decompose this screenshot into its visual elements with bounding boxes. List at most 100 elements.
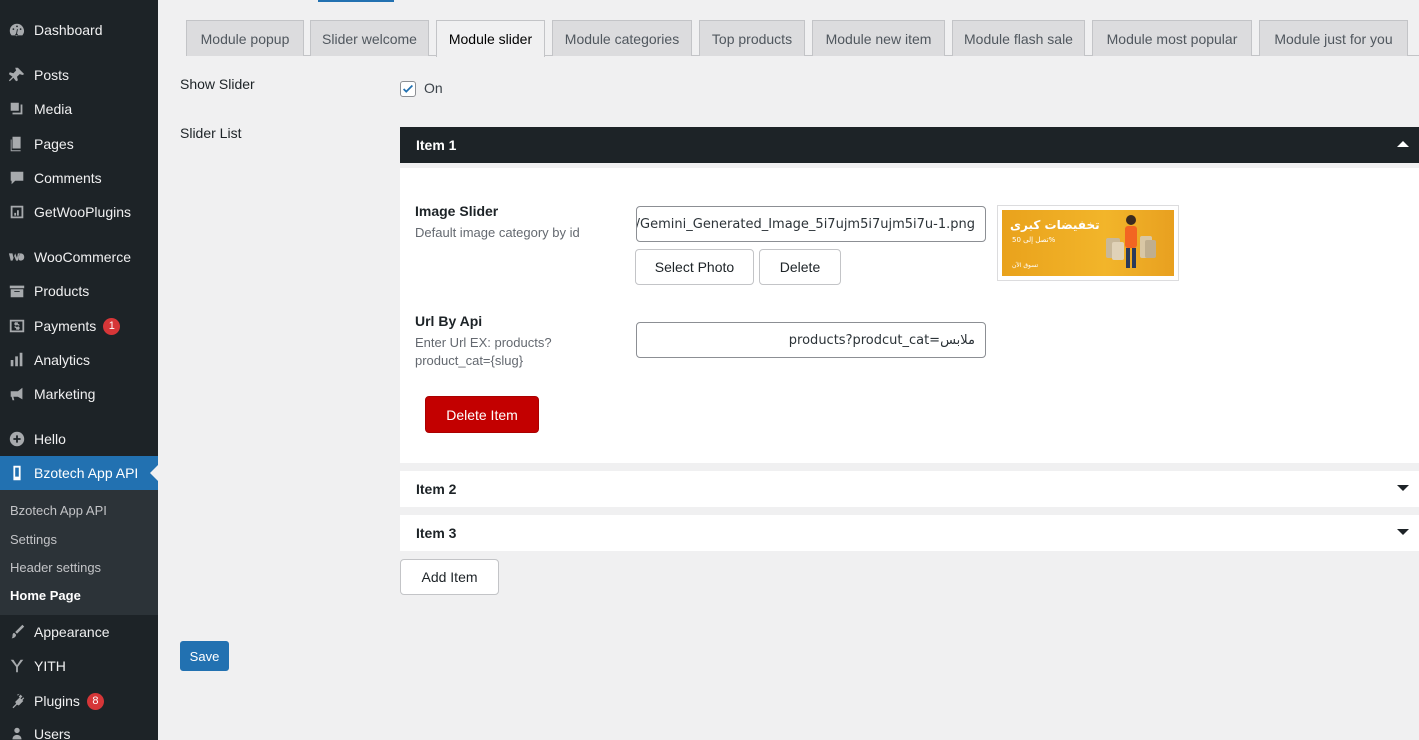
menu-label: Hello bbox=[34, 431, 66, 447]
menu-label: Plugins bbox=[34, 693, 80, 709]
users-icon bbox=[0, 725, 34, 740]
archive-icon bbox=[0, 282, 34, 300]
pages-icon bbox=[0, 135, 34, 153]
checkmark-icon bbox=[403, 84, 413, 93]
slider-list-label: Slider List bbox=[180, 125, 242, 141]
image-path-input[interactable]: 4/Gemini_Generated_Image_5i7ujm5i7ujm5i7… bbox=[636, 206, 986, 242]
menu-yith[interactable]: YITH bbox=[0, 649, 158, 683]
image-slider-description: Default image category by id bbox=[415, 225, 580, 240]
woo-icon bbox=[0, 248, 34, 266]
menu-appearance[interactable]: Appearance bbox=[0, 615, 158, 649]
menu-label: WooCommerce bbox=[34, 249, 131, 265]
dashboard-icon bbox=[0, 21, 34, 39]
accordion-title: Item 1 bbox=[416, 137, 457, 153]
menu-label: Marketing bbox=[34, 386, 96, 402]
menu-media[interactable]: Media bbox=[0, 92, 158, 126]
show-slider-checkbox[interactable] bbox=[400, 81, 416, 97]
select-photo-button[interactable]: Select Photo bbox=[635, 249, 754, 285]
menu-plugins[interactable]: Plugins 8 bbox=[0, 684, 158, 718]
menu-label: Appearance bbox=[34, 624, 110, 640]
submenu-bzotech-app-api[interactable]: Bzotech App API bbox=[10, 503, 107, 518]
menu-woocommerce[interactable]: WooCommerce bbox=[0, 240, 158, 274]
menu-products[interactable]: Products bbox=[0, 274, 158, 308]
tab-module-just-for-you[interactable]: Module just for you bbox=[1259, 20, 1408, 56]
tab-module-most-popular[interactable]: Module most popular bbox=[1092, 20, 1252, 56]
menu-comments[interactable]: Comments bbox=[0, 161, 158, 195]
menu-label: Products bbox=[34, 283, 90, 299]
notification-badge: 8 bbox=[86, 692, 104, 710]
menu-label: Analytics bbox=[34, 352, 91, 368]
pin-icon bbox=[0, 66, 34, 84]
menu-getwooplugins[interactable]: GetWooPlugins bbox=[0, 195, 158, 229]
menu-marketing[interactable]: Marketing bbox=[0, 377, 158, 411]
media-icon bbox=[0, 100, 34, 118]
add-item-button[interactable]: Add Item bbox=[400, 559, 499, 595]
plugin-grid-icon bbox=[0, 203, 34, 221]
thumbnail-subtext: تصل إلى 50% bbox=[1012, 236, 1056, 244]
plus-circle-icon bbox=[0, 430, 34, 448]
accordion-item-2-header[interactable]: Item 2 bbox=[400, 471, 1419, 507]
submenu: Bzotech App API Settings Header settings… bbox=[0, 490, 158, 615]
menu-payments[interactable]: Payments 1 bbox=[0, 309, 158, 343]
delete-photo-button[interactable]: Delete bbox=[759, 249, 841, 285]
accordion-item-1-header[interactable]: Item 1 bbox=[400, 127, 1419, 163]
tab-module-new-item[interactable]: Module new item bbox=[812, 20, 945, 56]
delete-item-button[interactable]: Delete Item bbox=[425, 396, 539, 433]
url-by-api-description: Enter Url EX: products?product_cat={slug… bbox=[415, 335, 552, 368]
tab-module-categories[interactable]: Module categories bbox=[552, 20, 692, 56]
submenu-settings[interactable]: Settings bbox=[10, 532, 57, 547]
tab-top-products[interactable]: Top products bbox=[699, 20, 805, 56]
url-by-api-title: Url By Api bbox=[415, 313, 483, 329]
show-slider-label: Show Slider bbox=[180, 76, 255, 92]
woman-shopping-illustration bbox=[1106, 215, 1156, 268]
menu-label: Posts bbox=[34, 67, 70, 83]
megaphone-icon bbox=[0, 385, 34, 403]
bar-chart-icon bbox=[0, 351, 34, 369]
tab-module-popup[interactable]: Module popup bbox=[186, 20, 304, 56]
caret-down-icon bbox=[1397, 485, 1409, 491]
menu-label: GetWooPlugins bbox=[34, 204, 132, 220]
yith-icon bbox=[0, 657, 34, 675]
save-button[interactable]: Save bbox=[180, 641, 229, 671]
menu-label: YITH bbox=[34, 658, 66, 674]
admin-sidebar: Dashboard Posts Media Pages Comments Get… bbox=[0, 0, 158, 740]
tab-module-slider[interactable]: Module slider bbox=[436, 20, 545, 57]
accordion-title: Item 3 bbox=[416, 525, 457, 541]
submenu-home-page[interactable]: Home Page bbox=[10, 588, 81, 603]
checkbox-on-label: On bbox=[424, 80, 443, 96]
menu-label: Dashboard bbox=[34, 22, 103, 38]
submenu-header-settings[interactable]: Header settings bbox=[10, 560, 101, 575]
menu-bzotech-app-api[interactable]: Bzotech App API bbox=[0, 456, 158, 490]
image-slider-title: Image Slider bbox=[415, 203, 499, 219]
caret-up-icon bbox=[1397, 141, 1409, 147]
phone-icon bbox=[0, 464, 34, 482]
menu-users[interactable]: Users bbox=[0, 717, 158, 740]
thumbnail-headline: تخفيضات كبرى bbox=[1010, 218, 1100, 232]
thumbnail-cta: تسوق الآن bbox=[1012, 262, 1039, 269]
menu-posts[interactable]: Posts bbox=[0, 58, 158, 92]
tab-module-flash-sale[interactable]: Module flash sale bbox=[952, 20, 1085, 56]
menu-hello[interactable]: Hello bbox=[0, 422, 158, 456]
menu-label: Comments bbox=[34, 170, 102, 186]
menu-pages[interactable]: Pages bbox=[0, 127, 158, 161]
menu-label: Payments bbox=[34, 318, 97, 334]
menu-analytics[interactable]: Analytics bbox=[0, 343, 158, 377]
caret-down-icon bbox=[1397, 529, 1409, 535]
menu-label: Pages bbox=[34, 136, 74, 152]
menu-label: Bzotech App API bbox=[34, 465, 139, 481]
plug-icon bbox=[0, 692, 34, 710]
menu-dashboard[interactable]: Dashboard bbox=[0, 13, 158, 47]
thumbnail-image: تخفيضات كبرى تصل إلى 50% تسوق الآن bbox=[1002, 210, 1174, 276]
tab-slider-welcome[interactable]: Slider welcome bbox=[310, 20, 429, 56]
url-input[interactable]: products?prodcut_cat=ملابس bbox=[636, 322, 986, 358]
notification-badge: 1 bbox=[103, 317, 121, 335]
top-accent-line bbox=[318, 0, 394, 2]
slider-thumbnail: تخفيضات كبرى تصل إلى 50% تسوق الآن bbox=[997, 205, 1179, 281]
accordion-title: Item 2 bbox=[416, 481, 457, 497]
dollar-icon bbox=[0, 317, 34, 335]
brush-icon bbox=[0, 623, 34, 641]
accordion-item-3-header[interactable]: Item 3 bbox=[400, 515, 1419, 551]
menu-label: Users bbox=[34, 726, 71, 740]
menu-label: Media bbox=[34, 101, 73, 117]
comment-icon bbox=[0, 169, 34, 187]
